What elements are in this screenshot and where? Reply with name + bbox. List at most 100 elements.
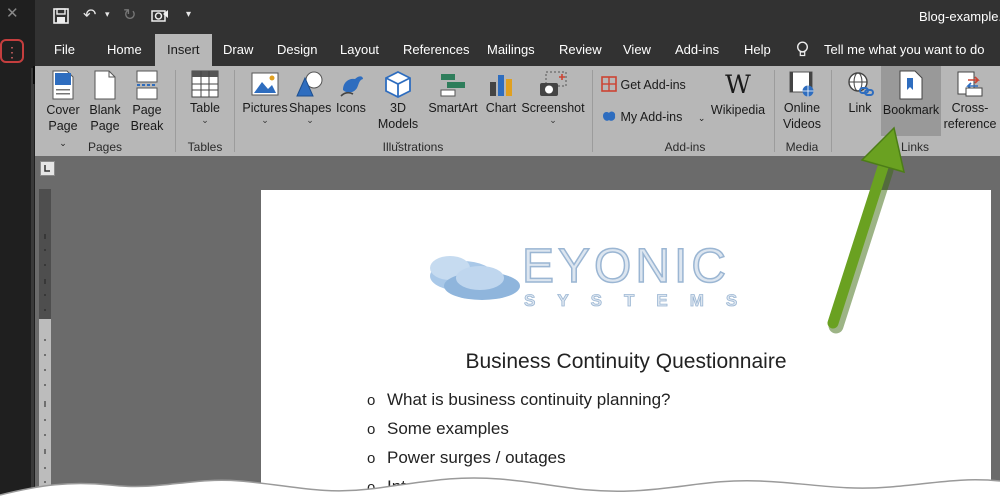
tab-layout[interactable]: Layout (340, 42, 379, 57)
table-button[interactable]: Table ⌄ (183, 70, 227, 125)
list-item: o Some examples (367, 419, 509, 438)
my-add-ins-button[interactable]: My Add-ins ⌄ (601, 108, 705, 126)
cube-icon (385, 70, 411, 98)
shapes-label: Shapes (289, 101, 332, 115)
left-app-strip: ✕ ⋮ (0, 0, 35, 501)
customize-qat-icon[interactable]: ▾ (186, 9, 191, 20)
lightbulb-icon (796, 41, 809, 57)
table-label: Table (190, 101, 220, 115)
tab-design[interactable]: Design (277, 42, 317, 57)
break-label-1: Page (132, 103, 162, 117)
list-item: o What is business continuity planning? (367, 390, 671, 409)
store-icon (601, 76, 617, 92)
wikipedia-button[interactable]: W Wikipedia (707, 70, 769, 118)
screenshot-button[interactable]: Screenshot ⌄ (521, 70, 585, 125)
online-videos-label-1: Online (783, 101, 821, 115)
my-add-ins-label: My Add-ins (620, 110, 683, 124)
3d-label-2: Models (377, 117, 419, 131)
smartart-label: SmartArt (428, 101, 478, 115)
cross-reference-icon (957, 71, 983, 97)
chart-button[interactable]: Chart (483, 70, 519, 116)
link-button[interactable]: Link (839, 70, 881, 116)
3d-label-1: 3D (390, 101, 406, 115)
tab-help[interactable]: Help (744, 42, 771, 57)
table-icon (191, 70, 219, 98)
save-icon[interactable] (53, 8, 69, 24)
title-bar: ↶ ▾ ↻ ▾ Blog-example. (35, 0, 1000, 34)
group-label-add-ins: Add-ins (664, 140, 706, 154)
chart-icon (490, 75, 512, 96)
smartart-button[interactable]: SmartArt (425, 70, 481, 116)
page-break-button[interactable]: Page Break (127, 70, 167, 134)
close-icon[interactable]: ✕ (6, 4, 19, 22)
document-area[interactable]: EYONIC SYSTEMS Business Continuity Quest… (35, 156, 1000, 501)
link-icon (848, 72, 874, 96)
tab-selector-icon[interactable] (40, 161, 55, 176)
tab-draw[interactable]: Draw (223, 42, 253, 57)
pictures-label: Pictures (242, 101, 288, 115)
break-label-2: Break (130, 119, 164, 133)
tab-file[interactable]: File (54, 42, 75, 57)
cross-reference-label-1: Cross- (951, 101, 989, 115)
chart-label: Chart (485, 101, 517, 115)
cross-reference-label-2: reference (943, 117, 997, 131)
wikipedia-icon: W (725, 70, 751, 99)
ribbon-tabs: File Home Insert Draw Design Layout Refe… (35, 34, 1000, 66)
tab-review[interactable]: Review (559, 42, 602, 57)
cover-label-2: Page (48, 119, 78, 133)
undo-icon[interactable]: ↶ (83, 5, 96, 25)
bookmark-icon (899, 70, 923, 100)
cover-label-1: Cover (46, 103, 80, 117)
online-video-icon (789, 71, 814, 97)
group-label-media: Media (785, 140, 819, 154)
icons-button[interactable]: Icons (333, 70, 369, 116)
tab-mailings[interactable]: Mailings (487, 42, 535, 57)
document-title: Blog-example. (919, 9, 1000, 24)
pictures-button[interactable]: Pictures ⌄ (241, 70, 289, 125)
blank-page-button[interactable]: Blank Page (87, 70, 123, 134)
tab-references[interactable]: References (403, 42, 469, 57)
screenshot-icon (540, 71, 567, 96)
group-separator (774, 70, 775, 152)
blank-label-1: Blank (89, 103, 121, 117)
ribbon-insert: Cover Page ⌄ Blank Page Page Break Pages… (35, 66, 1000, 156)
tab-home[interactable]: Home (107, 42, 142, 57)
3d-models-button[interactable]: 3D Models ⌄ (373, 70, 423, 149)
get-add-ins-button[interactable]: Get Add-ins (601, 76, 686, 93)
more-options-icon[interactable]: ⋮ (0, 39, 24, 63)
cover-page-icon (52, 70, 74, 100)
torn-edge-effect (0, 477, 1000, 501)
blank-label-2: Page (90, 119, 120, 133)
online-videos-label-2: Videos (783, 117, 821, 131)
group-label-tables: Tables (187, 140, 223, 154)
tab-add-ins[interactable]: Add-ins (675, 42, 719, 57)
bookmark-label: Bookmark (882, 103, 940, 117)
get-add-ins-label: Get Add-ins (620, 78, 686, 92)
cover-page-button[interactable]: Cover Page ⌄ (43, 70, 83, 151)
my-add-ins-icon (603, 111, 616, 121)
scrollbar-track[interactable] (31, 68, 34, 501)
online-videos-button[interactable]: Online Videos (779, 70, 825, 132)
group-label-links: Links (900, 140, 929, 154)
tab-insert[interactable]: Insert (155, 34, 212, 66)
group-separator (175, 70, 176, 152)
my-add-ins-dropdown-icon[interactable]: ⌄ (698, 113, 706, 123)
group-separator (592, 70, 593, 152)
undo-dropdown-icon[interactable]: ▾ (105, 9, 110, 20)
bookmark-button[interactable]: Bookmark (881, 66, 941, 136)
tell-me-search[interactable]: Tell me what you want to do (824, 42, 984, 57)
shapes-button[interactable]: Shapes ⌄ (289, 70, 331, 125)
company-logo: EYONIC SYSTEMS (430, 240, 759, 310)
logo-text: EYONIC (522, 240, 730, 293)
cross-reference-button[interactable]: Cross- reference (941, 70, 999, 132)
group-label-pages: Pages (87, 140, 123, 154)
group-label-illustrations: Illustrations (382, 140, 444, 154)
redo-icon[interactable]: ↻ (123, 5, 136, 25)
page-break-icon (136, 70, 158, 100)
group-separator (234, 70, 235, 152)
tab-view[interactable]: View (623, 42, 651, 57)
pictures-icon (251, 72, 279, 96)
group-separator (831, 70, 832, 152)
touch-mode-icon[interactable] (151, 8, 169, 24)
logo-subtext: SYSTEMS (524, 291, 759, 310)
